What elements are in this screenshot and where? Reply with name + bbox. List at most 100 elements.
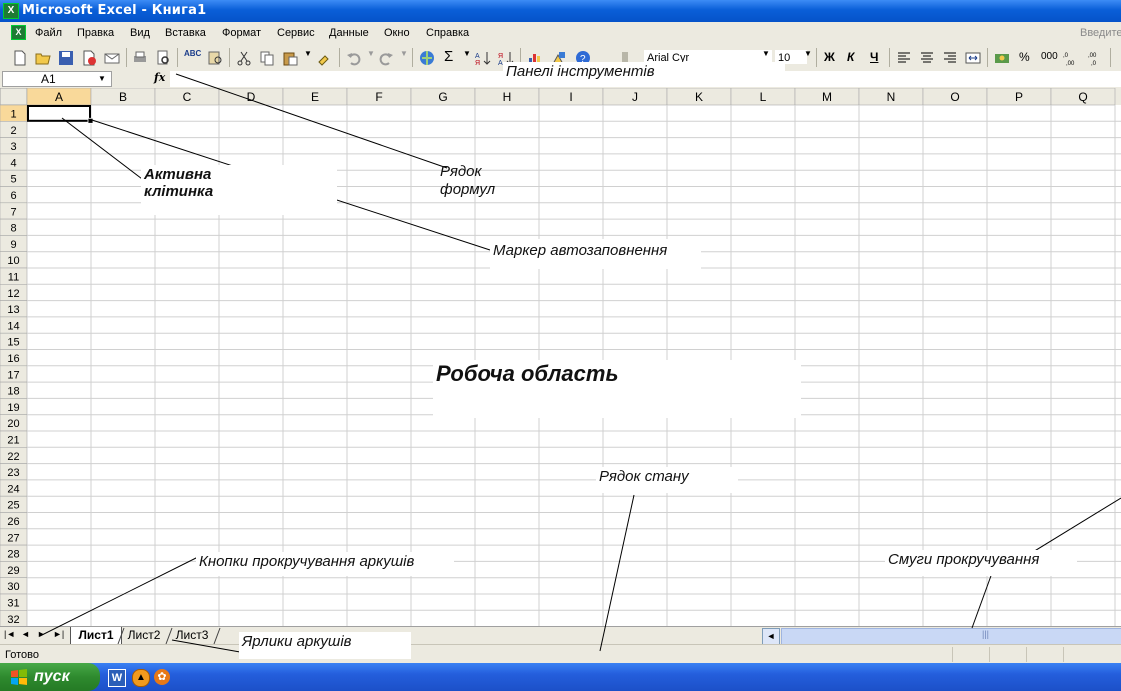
quicklaunch-icon[interactable]: ▲ <box>132 669 150 687</box>
svg-text:,00: ,00 <box>1066 61 1075 66</box>
row-header-label: 17 <box>7 369 19 381</box>
menu-tools[interactable]: Сервис <box>277 27 315 39</box>
increase-decimal-icon[interactable]: ,0,00 <box>1063 50 1079 66</box>
merge-center-icon[interactable] <box>965 50 981 66</box>
decrease-decimal-icon[interactable]: ,00,0 <box>1088 50 1104 66</box>
spelling-icon[interactable]: ABC <box>184 49 204 65</box>
name-box[interactable]: A1 <box>2 71 112 87</box>
start-button[interactable]: пуск <box>0 663 100 691</box>
scroll-left-icon[interactable]: ◄ <box>762 628 780 645</box>
save-icon[interactable] <box>58 50 74 66</box>
currency-icon[interactable] <box>994 50 1010 66</box>
prev-sheet-icon[interactable]: ◄ <box>21 629 30 639</box>
row-header-label: 19 <box>7 402 19 414</box>
menu-data[interactable]: Данные <box>329 27 369 39</box>
last-sheet-icon[interactable]: ►| <box>53 629 64 639</box>
align-center-icon[interactable] <box>919 50 935 66</box>
row-header-label: 11 <box>8 272 19 284</box>
row-header-label: 13 <box>7 304 19 316</box>
align-left-icon[interactable] <box>896 50 912 66</box>
cut-icon[interactable] <box>236 50 252 66</box>
svg-text:Я: Я <box>498 53 503 60</box>
menu-window[interactable]: Окно <box>384 27 410 39</box>
active-cell[interactable] <box>27 105 91 122</box>
permission-icon[interactable] <box>81 50 97 66</box>
underline-button[interactable]: Ч <box>870 50 878 64</box>
row-header-label: 6 <box>10 190 16 202</box>
row-header-label: 9 <box>10 239 16 251</box>
status-divider <box>952 647 953 662</box>
word-icon[interactable]: W <box>108 669 126 687</box>
title-bar: X Microsoft Excel - Книга1 <box>0 0 1121 22</box>
chevron-down-icon[interactable]: ▼ <box>400 49 408 58</box>
separator <box>1110 48 1111 67</box>
column-header-label: J <box>632 90 638 104</box>
separator <box>816 48 817 67</box>
next-sheet-icon[interactable]: ► <box>37 629 46 639</box>
status-bar-label: Рядок стану <box>596 467 738 493</box>
help-search-input[interactable]: Введите <box>1080 27 1121 39</box>
menu-edit[interactable]: Правка <box>77 27 114 39</box>
row-header-label: 29 <box>7 565 19 577</box>
percent-button[interactable]: % <box>1019 50 1035 66</box>
row-header-label: 27 <box>7 532 19 544</box>
status-divider <box>1063 647 1064 662</box>
select-all-corner[interactable] <box>0 88 28 106</box>
align-right-icon[interactable] <box>942 50 958 66</box>
menu-format[interactable]: Формат <box>222 27 261 39</box>
chevron-down-icon[interactable]: ▼ <box>804 49 812 58</box>
separator <box>177 48 178 67</box>
research-icon[interactable] <box>207 50 223 66</box>
fill-handle[interactable] <box>87 117 94 124</box>
row-header-label: 8 <box>10 223 16 235</box>
sort-ascending-icon[interactable]: AЯ <box>475 50 491 66</box>
bold-button[interactable]: Ж <box>824 50 835 64</box>
column-header-label: H <box>503 90 512 104</box>
column-header-label: B <box>119 90 127 104</box>
column-header-label: P <box>1015 90 1023 104</box>
svg-text:,0: ,0 <box>1063 53 1069 59</box>
format-painter-icon[interactable] <box>316 50 332 66</box>
taskbar: пуск W ▲ ✿ <box>0 663 1121 691</box>
horizontal-scrollbar-thumb[interactable]: ||| <box>781 628 1121 645</box>
copy-icon[interactable] <box>259 50 275 66</box>
menu-file[interactable]: Файл <box>35 27 62 39</box>
column-header-label: E <box>311 90 319 104</box>
menu-help[interactable]: Справка <box>426 27 469 39</box>
row-header-label: 20 <box>7 418 19 430</box>
settings-icon[interactable]: ✿ <box>154 669 170 685</box>
print-icon[interactable] <box>132 50 148 66</box>
row-header-label: 30 <box>7 581 19 593</box>
thousands-button[interactable]: 000 <box>1041 51 1061 67</box>
menu-view[interactable]: Вид <box>130 27 150 39</box>
chevron-down-icon[interactable]: ▼ <box>367 49 375 58</box>
start-label: пуск <box>34 668 70 685</box>
workbook-icon[interactable]: X <box>11 25 26 40</box>
email-icon[interactable] <box>104 50 120 66</box>
open-icon[interactable] <box>35 50 51 66</box>
chevron-down-icon[interactable]: ▼ <box>304 49 312 58</box>
chevron-down-icon[interactable]: ▼ <box>98 74 106 83</box>
work-area-label: Робоча область <box>433 360 801 418</box>
redo-icon[interactable] <box>378 50 394 66</box>
print-preview-icon[interactable] <box>155 50 171 66</box>
undo-icon[interactable] <box>346 50 362 66</box>
paste-icon[interactable] <box>282 50 298 66</box>
italic-button[interactable]: К <box>847 50 854 64</box>
row-header-label: 16 <box>7 353 19 365</box>
new-icon[interactable] <box>12 50 28 66</box>
row-header-label: 31 <box>7 598 19 610</box>
active-cell-label-line2: клітинка <box>144 183 214 200</box>
autosum-icon[interactable]: Σ <box>444 48 460 65</box>
windows-logo-icon <box>11 669 27 685</box>
fx-icon[interactable]: fx <box>154 71 165 84</box>
chevron-down-icon[interactable]: ▼ <box>463 49 471 58</box>
first-sheet-icon[interactable]: |◄ <box>4 629 15 639</box>
column-header-label: G <box>438 90 447 104</box>
hyperlink-icon[interactable] <box>419 50 435 66</box>
chevron-down-icon[interactable]: ▼ <box>762 49 770 58</box>
menu-insert[interactable]: Вставка <box>165 27 206 39</box>
scrollbars-label: Смуги прокручування <box>885 550 1077 576</box>
sheet-tab-1[interactable]: Лист1 <box>70 627 122 645</box>
sheet-scroll-buttons-label: Кнопки прокручування аркушів <box>196 552 454 576</box>
